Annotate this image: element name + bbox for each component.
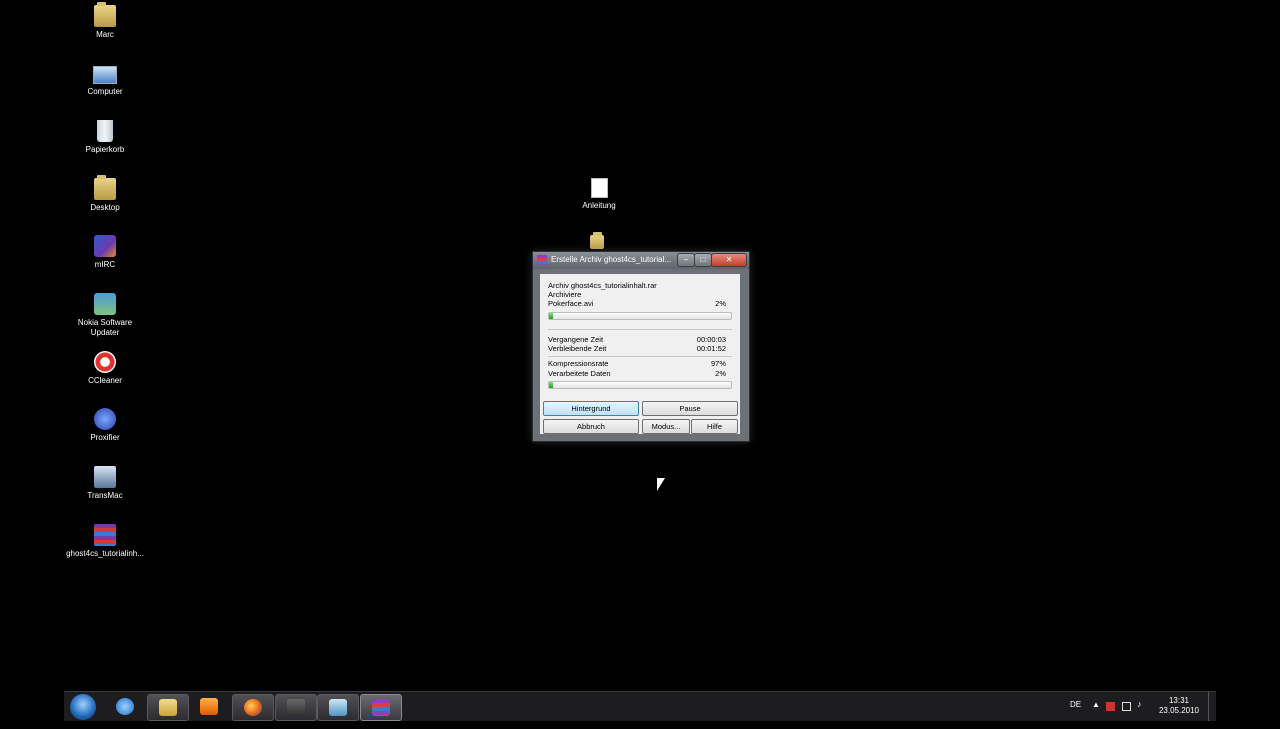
explorer-icon xyxy=(159,699,177,716)
ratio-label: Kompressionsrate xyxy=(548,359,609,368)
volume-icon[interactable]: ♪ xyxy=(1137,699,1146,709)
winrar-icon xyxy=(372,699,390,716)
taskbar-winrar[interactable] xyxy=(360,694,402,721)
desktop-icon-marc[interactable]: Marc xyxy=(63,2,147,40)
desktop-icon-label: Anleitung xyxy=(582,201,616,210)
desktop-icon-transmac[interactable]: TransMac xyxy=(63,466,147,501)
processed-data-row: Verarbeitete Daten 2% xyxy=(548,369,732,379)
desktop-icon-rar-archive[interactable]: ghost4cs_tutorialinh... xyxy=(63,524,147,559)
dialog-body: Archiv ghost4cs_tutorialinhalt.rar Archi… xyxy=(540,274,740,434)
start-orb-icon[interactable] xyxy=(70,694,96,720)
file-progress-fill xyxy=(549,313,553,319)
action-text: Archiviere xyxy=(548,290,582,299)
folder-icon xyxy=(590,232,604,249)
current-file-line: Pokerface.avi 2% xyxy=(548,299,732,309)
dialog-title: Erstelle Archiv ghost4cs_tutorial... xyxy=(551,255,672,264)
background-button[interactable]: Hintergrund xyxy=(543,401,639,416)
file-percent: 2% xyxy=(715,299,726,308)
nokia-icon xyxy=(94,293,116,315)
desktop-icon-desktop[interactable]: Desktop xyxy=(63,175,147,213)
mode-button[interactable]: Modus... xyxy=(642,419,690,434)
remaining-label: Verbleibende Zeit xyxy=(548,344,607,353)
help-button[interactable]: Hilfe xyxy=(691,419,738,434)
remaining-value: 00:01:52 xyxy=(696,344,726,353)
processed-label: Verarbeitete Daten xyxy=(548,369,611,378)
clock-time: 13:31 xyxy=(1168,696,1190,705)
desktop-icon-computer[interactable]: Computer xyxy=(63,62,147,97)
taskbar: DE ▲ ♪ 13:31 23.05.2010 xyxy=(64,691,1216,721)
taskbar-internet-explorer[interactable] xyxy=(105,694,145,719)
taskbar-media-player[interactable] xyxy=(189,694,229,719)
desktop-icon-proxifier[interactable]: Proxifier xyxy=(63,408,147,443)
document-icon xyxy=(590,178,608,198)
transmac-icon xyxy=(94,466,116,488)
desktop-icon-mirc[interactable]: mIRC xyxy=(63,235,147,270)
desktop-icon-label: TransMac xyxy=(87,491,123,500)
show-desktop-button[interactable] xyxy=(1208,692,1217,721)
file-progress-bar xyxy=(548,312,732,320)
desktop-icon-label: Proxifier xyxy=(90,433,120,442)
app-icon xyxy=(287,699,305,716)
system-clock[interactable]: 13:31 23.05.2010 xyxy=(1154,696,1204,716)
taskbar-explorer[interactable] xyxy=(147,694,189,721)
media-player-icon xyxy=(200,698,218,715)
winrar-icon xyxy=(537,255,547,265)
taskbar-app[interactable] xyxy=(317,694,359,721)
firefox-icon xyxy=(244,699,262,716)
desktop-icon-ccleaner[interactable]: CCleaner xyxy=(63,351,147,386)
desktop-icon-label: ghost4cs_tutorialinh... xyxy=(66,549,144,558)
cancel-button[interactable]: Abbruch xyxy=(543,419,639,434)
desktop-icon-label: CCleaner xyxy=(88,376,122,385)
clock-date: 23.05.2010 xyxy=(1158,706,1200,715)
network-icon[interactable] xyxy=(1122,702,1131,711)
ratio-value: 97% xyxy=(710,359,726,368)
desktop-icon-nokia[interactable]: Nokia Software Updater xyxy=(63,293,147,338)
ccleaner-icon xyxy=(94,351,116,373)
total-progress-fill xyxy=(549,382,553,388)
current-file-name: Pokerface.avi xyxy=(548,299,594,308)
proxifier-icon xyxy=(94,408,116,430)
desktop-icon-label: Marc xyxy=(96,30,114,39)
taskbar-firefox[interactable] xyxy=(232,694,274,721)
elapsed-label: Vergangene Zeit xyxy=(548,335,604,344)
archive-name: Archiv ghost4cs_tutorialinhalt.rar xyxy=(548,281,657,290)
app-icon xyxy=(329,699,347,716)
desktop-icon-label: Desktop xyxy=(90,203,120,212)
dialog-titlebar[interactable]: Erstelle Archiv ghost4cs_tutorial... – □… xyxy=(533,252,749,269)
recycle-bin-icon xyxy=(97,120,113,142)
remaining-time-row: Verbleibende Zeit 00:01:52 xyxy=(548,344,732,354)
processed-value: 2% xyxy=(715,369,726,378)
compression-ratio-row: Kompressionsrate 97% xyxy=(548,359,732,369)
desktop-icon-recycle-bin[interactable]: Papierkorb xyxy=(63,120,147,155)
desktop-icon-label: Computer xyxy=(87,87,123,96)
show-hidden-icons-icon[interactable]: ▲ xyxy=(1092,700,1101,709)
user-folder-icon xyxy=(94,2,116,27)
mirc-icon xyxy=(94,235,116,257)
total-progress-bar xyxy=(548,381,732,389)
winrar-progress-dialog: Erstelle Archiv ghost4cs_tutorial... – □… xyxy=(532,251,750,442)
desktop-icon-label: Nokia Software Updater xyxy=(77,318,133,337)
maximize-button[interactable]: □ xyxy=(694,253,712,267)
computer-icon xyxy=(93,66,117,84)
minimize-button[interactable]: – xyxy=(677,253,695,267)
desktop-icon-label: Papierkorb xyxy=(85,145,125,154)
pause-button[interactable]: Pause xyxy=(642,401,738,416)
language-indicator[interactable]: DE xyxy=(1070,700,1081,729)
divider xyxy=(548,329,732,330)
desktop-icon-anleitung[interactable]: Anleitung xyxy=(557,178,641,211)
desktop-icon-label: mIRC xyxy=(94,260,116,269)
desktop-icon-folder-partial[interactable] xyxy=(555,232,639,252)
mouse-cursor-icon xyxy=(657,478,665,491)
internet-explorer-icon xyxy=(116,698,134,715)
rar-archive-icon xyxy=(94,524,116,546)
close-button[interactable]: ✕ xyxy=(711,253,747,267)
action-center-icon[interactable] xyxy=(1106,702,1115,711)
taskbar-app[interactable] xyxy=(275,694,317,721)
divider xyxy=(548,356,732,357)
folder-icon xyxy=(94,175,116,200)
